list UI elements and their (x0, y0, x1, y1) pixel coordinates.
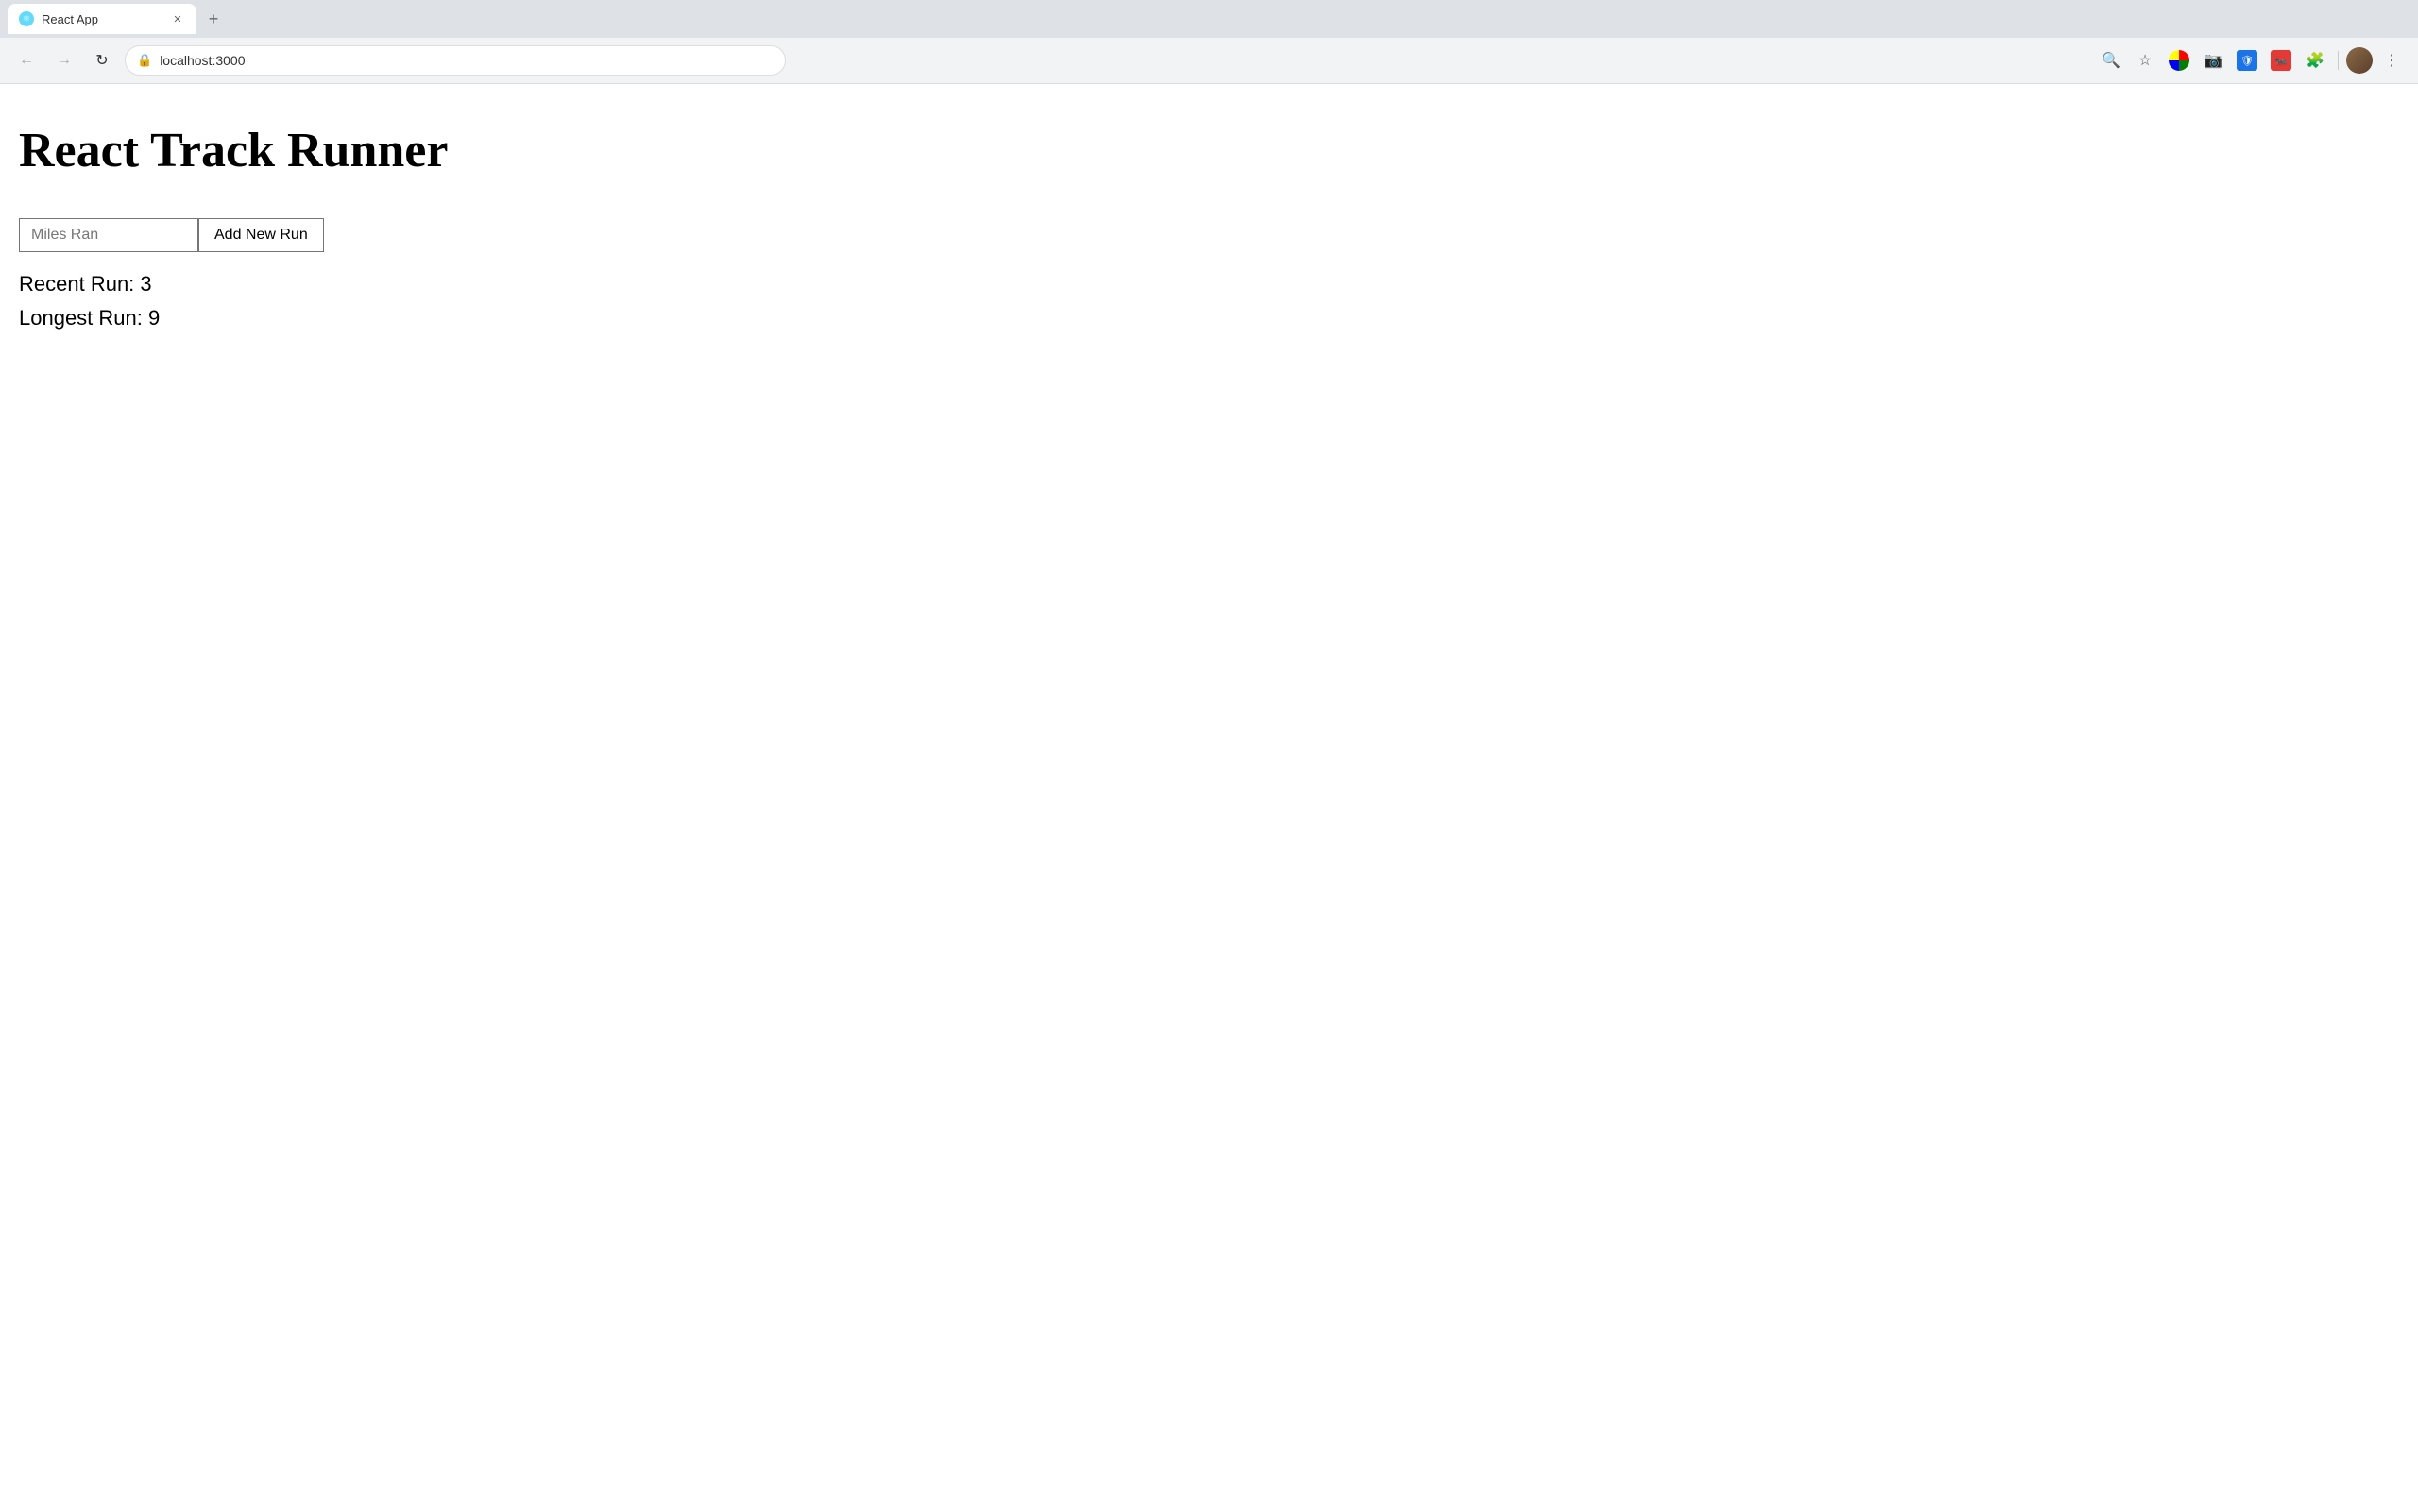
anteater-icon: 🐜 (2271, 50, 2291, 71)
navigation-bar: ← → ↻ 🔒 localhost:3000 🔍 ☆ 📷 🛡 (0, 38, 2418, 83)
profile-avatar (2346, 47, 2373, 74)
forward-button[interactable]: → (49, 45, 79, 76)
camera-extension[interactable]: 📷 (2198, 45, 2228, 76)
profile-button[interactable] (2346, 47, 2373, 74)
shield-extension[interactable]: 🛡 (2232, 45, 2262, 76)
separator (2338, 51, 2339, 70)
address-text: localhost:3000 (160, 53, 774, 68)
search-button[interactable]: 🔍 (2096, 45, 2126, 76)
browser-actions: 🔍 ☆ 📷 🛡 🐜 🧩 ⋮ (2096, 45, 2407, 76)
app-title: React Track Runner (19, 122, 2399, 180)
menu-button[interactable]: ⋮ (2376, 45, 2407, 76)
colorful-circle-icon (2169, 50, 2189, 71)
reload-button[interactable]: ↻ (87, 45, 117, 76)
tab-title: React App (42, 12, 162, 26)
tab-close-button[interactable]: ✕ (170, 11, 185, 26)
extensions-button[interactable]: 🧩 (2300, 45, 2330, 76)
shield-icon: 🛡 (2237, 50, 2257, 71)
bookmark-button[interactable]: ☆ (2130, 45, 2160, 76)
recent-run-value: 3 (140, 272, 151, 296)
add-run-button[interactable]: Add New Run (198, 218, 324, 252)
tab-favicon: ⚛ (19, 11, 34, 26)
browser-chrome: ⚛ React App ✕ + ← → ↻ 🔒 localhost:3000 🔍… (0, 0, 2418, 84)
lock-icon: 🔒 (137, 53, 152, 68)
extensions-area: 📷 🛡 🐜 🧩 (2164, 45, 2330, 76)
tab-bar: ⚛ React App ✕ + (0, 0, 2418, 38)
longest-run-stat: Longest Run: 9 (19, 301, 2399, 334)
address-bar[interactable]: 🔒 localhost:3000 (125, 45, 786, 76)
longest-run-value: 9 (148, 306, 160, 330)
stats-section: Recent Run: 3 Longest Run: 9 (19, 267, 2399, 333)
recent-run-stat: Recent Run: 3 (19, 267, 2399, 300)
miles-input[interactable] (19, 218, 198, 252)
page-content: React Track Runner Add New Run Recent Ru… (0, 84, 2418, 1512)
back-button[interactable]: ← (11, 45, 42, 76)
colorpicker-extension[interactable] (2164, 45, 2194, 76)
add-run-form: Add New Run (19, 218, 2399, 252)
anteater-extension[interactable]: 🐜 (2266, 45, 2296, 76)
active-tab[interactable]: ⚛ React App ✕ (8, 4, 196, 34)
new-tab-button[interactable]: + (200, 6, 227, 32)
recent-run-label: Recent Run: (19, 272, 140, 296)
longest-run-label: Longest Run: (19, 306, 148, 330)
